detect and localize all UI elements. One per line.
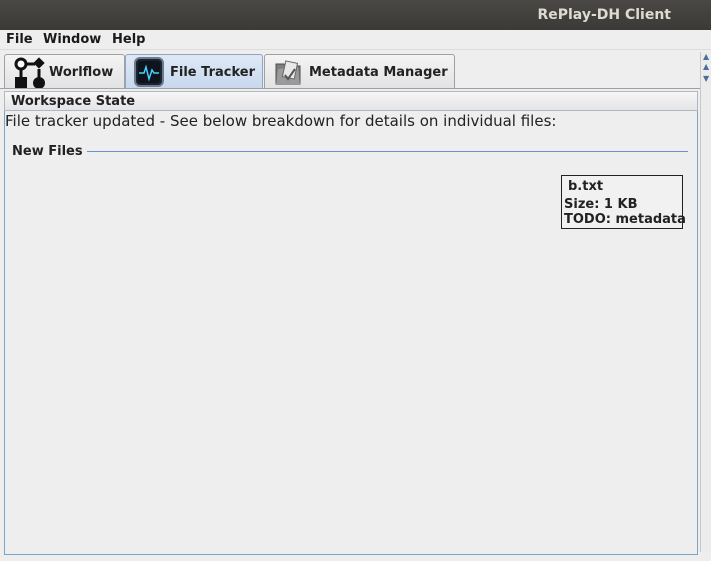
scroll-up-arrow-icon[interactable]: ▲: [703, 62, 709, 71]
workflow-icon: [13, 57, 45, 89]
tab-workflow[interactable]: Worlflow: [4, 54, 125, 89]
file-tracker-icon: [134, 57, 164, 87]
workspace-state-header: Workspace State: [4, 91, 698, 111]
metadata-manager-icon: [273, 57, 303, 87]
tab-file-tracker[interactable]: File Tracker: [125, 54, 263, 89]
window-titlebar: RePlay-DH Client: [0, 0, 711, 30]
file-todo: TODO: metadata: [564, 212, 686, 227]
scroll-up-arrow-icon[interactable]: ▲: [703, 52, 709, 61]
side-scroll-indicator[interactable]: ▲ ▲ ▼: [700, 52, 711, 552]
tab-workflow-label: Worlflow: [49, 64, 114, 80]
file-name: b.txt: [568, 179, 604, 194]
menu-bar: File Window Help: [0, 30, 711, 50]
file-card[interactable]: b.txt Size: 1 KB TODO: metadata: [561, 175, 686, 229]
section-title-new-files: New Files: [12, 144, 83, 159]
menu-help[interactable]: Help: [112, 32, 145, 47]
tab-metadata-manager-label: Metadata Manager: [309, 64, 448, 80]
workspace-state-title: Workspace State: [11, 94, 136, 109]
status-message: File tracker updated - See below breakdo…: [5, 112, 557, 130]
file-size: Size: 1 KB: [564, 197, 638, 212]
scroll-down-arrow-icon[interactable]: ▼: [703, 74, 709, 83]
menu-file[interactable]: File: [6, 32, 33, 47]
tab-file-tracker-label: File Tracker: [170, 64, 255, 80]
menu-window[interactable]: Window: [43, 32, 101, 47]
section-divider: [87, 151, 688, 152]
tab-metadata-manager[interactable]: Metadata Manager: [264, 54, 455, 89]
tab-strip-divider: [0, 88, 700, 89]
window-title: RePlay-DH Client: [537, 7, 671, 23]
